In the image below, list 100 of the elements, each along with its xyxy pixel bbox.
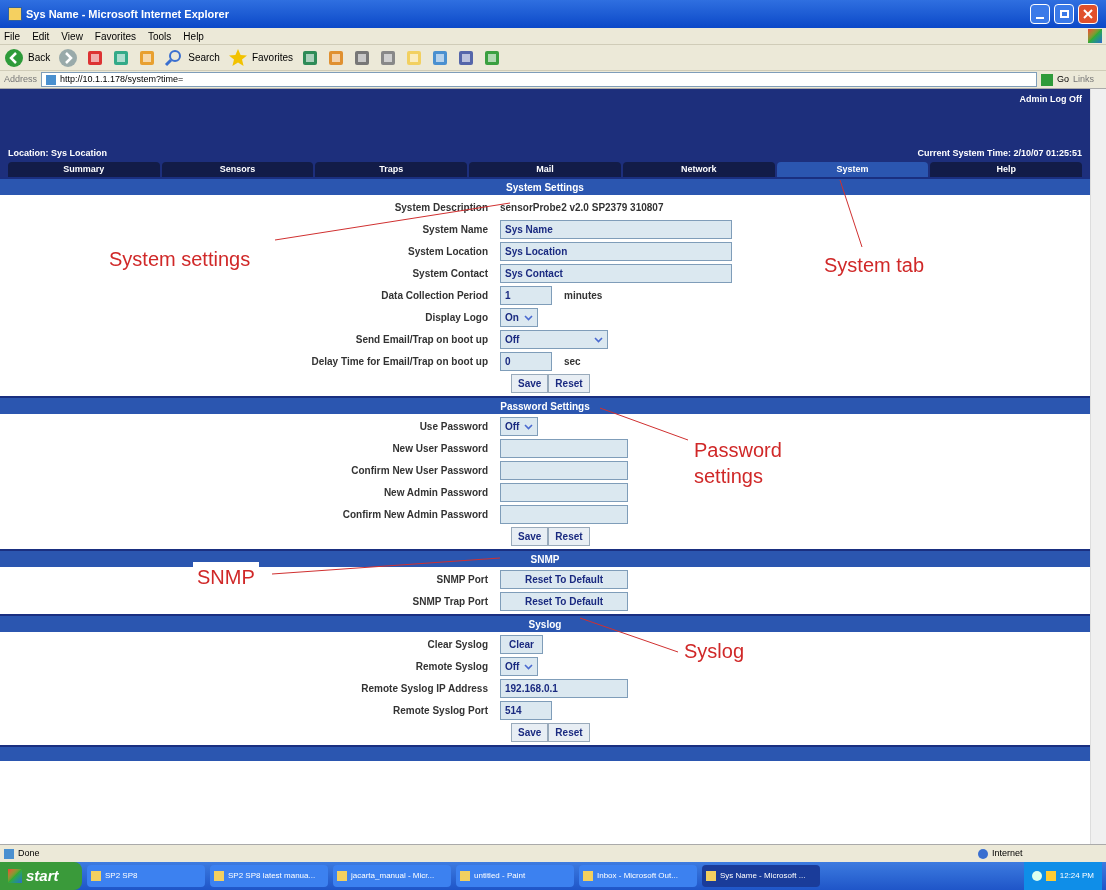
globe-icon — [978, 848, 988, 859]
toolbar-button[interactable]: Favorites — [227, 47, 294, 68]
field-label: System Contact — [412, 267, 488, 281]
menu-item[interactable]: Help — [183, 28, 204, 44]
nav-tab[interactable]: Help — [930, 162, 1083, 177]
app-icon — [706, 871, 716, 881]
reset-button[interactable]: Reset — [548, 527, 590, 546]
text-field[interactable]: 514 — [500, 701, 552, 720]
maximize-button[interactable] — [1054, 4, 1074, 24]
close-icon — [1083, 9, 1093, 19]
reset-default-button[interactable]: Reset To Default — [500, 592, 628, 611]
nav-tab[interactable]: Mail — [469, 162, 621, 177]
links-label[interactable]: Links — [1073, 72, 1102, 87]
text-field[interactable]: Sys Contact — [500, 264, 732, 283]
toolbar-button[interactable]: Back — [4, 47, 51, 68]
chevron-icon — [594, 335, 603, 344]
field-label: Clear Syslog — [427, 638, 488, 652]
text-field[interactable]: 0 — [500, 352, 552, 371]
star-icon — [227, 47, 248, 68]
save-button[interactable]: Save — [511, 374, 549, 393]
text-field[interactable]: 192.168.0.1 — [500, 679, 628, 698]
taskbar-button[interactable]: Sys Name - Microsoft ... — [702, 865, 820, 887]
taskbar-button[interactable]: SP2 SP8 latest manua... — [210, 865, 328, 887]
nav-tab[interactable]: Traps — [315, 162, 468, 177]
window-title: Sys Name - Microsoft Internet Explorer — [26, 6, 230, 22]
text-field[interactable]: Sys Location — [500, 242, 732, 261]
dropdown[interactable]: On — [500, 308, 538, 327]
field-label: New User Password — [392, 442, 488, 456]
nav-tab[interactable]: System — [776, 162, 929, 177]
leader-line — [839, 179, 863, 248]
nav-tab[interactable]: Sensors — [161, 162, 314, 177]
section-header: Syslog — [0, 614, 1090, 632]
field-label: Send Email/Trap on boot up — [355, 333, 488, 347]
menu-item[interactable]: Favorites — [94, 28, 136, 44]
reset-default-button[interactable]: Reset To Default — [500, 570, 628, 589]
field-label: Confirm New Admin Password — [342, 508, 488, 522]
taskbar-button[interactable]: untitled - Paint — [456, 865, 574, 887]
taskbar-button[interactable]: Inbox - Microsoft Out... — [579, 865, 697, 887]
text-field[interactable] — [500, 461, 628, 480]
app-icon — [214, 871, 224, 881]
section-header: SNMP — [0, 549, 1090, 567]
field-label: Confirm New User Password — [351, 464, 488, 478]
text-field[interactable] — [500, 439, 628, 458]
field-label: Remote Syslog — [415, 660, 488, 674]
menu-item[interactable]: File — [4, 28, 21, 44]
chevron-icon — [524, 662, 533, 671]
section-header: System Settings — [0, 177, 1090, 195]
text-field[interactable] — [500, 505, 628, 524]
app-icon — [337, 871, 347, 881]
unit-label: sec — [564, 355, 581, 369]
unit-label: minutes — [564, 289, 603, 303]
field-label: System Location — [407, 245, 488, 259]
toolbar-button[interactable]: Search — [164, 47, 220, 68]
dropdown[interactable]: Off — [500, 417, 538, 436]
app-icon — [460, 871, 470, 881]
taskbar-button[interactable]: SP2 SP8 — [87, 865, 205, 887]
location-text: Location: Sys Location — [8, 146, 107, 160]
menu-item[interactable]: View — [61, 28, 83, 44]
scrollbar[interactable] — [1090, 89, 1106, 844]
clock-text: 12:24 PM — [1059, 870, 1094, 882]
field-label: SNMP Port — [436, 573, 488, 587]
save-button[interactable]: Save — [511, 527, 549, 546]
address-label: Address — [4, 72, 38, 86]
address-field[interactable]: http://10.1.1.178/system?time= — [41, 72, 1037, 87]
start-button[interactable]: start — [0, 862, 82, 890]
menu-item[interactable]: Edit — [32, 28, 50, 44]
status-text: Done — [18, 846, 41, 860]
field-label: Display Logo — [425, 311, 488, 325]
close-button[interactable] — [1078, 4, 1098, 24]
section-header: Password Settings — [0, 396, 1090, 414]
field-value: sensorProbe2 v2.0 SP2379 310807 — [500, 201, 664, 215]
field-label: Remote Syslog IP Address — [361, 682, 488, 696]
clear-button[interactable]: Clear — [500, 635, 543, 654]
nav-tab[interactable]: Summary — [8, 162, 160, 177]
toolbar-button[interactable] — [58, 47, 79, 68]
field-label: Use Password — [419, 420, 488, 434]
field-label: SNMP Trap Port — [412, 595, 488, 609]
reset-button[interactable]: Reset — [548, 723, 590, 742]
go-button[interactable]: Go — [1040, 72, 1069, 87]
text-field[interactable] — [500, 483, 628, 502]
save-button[interactable]: Save — [511, 723, 549, 742]
menu-item[interactable]: Tools — [148, 28, 172, 44]
field-label: Delay Time for Email/Trap on boot up — [311, 355, 488, 369]
chevron-icon — [524, 313, 533, 322]
text-field[interactable]: 1 — [500, 286, 552, 305]
field-label: New Admin Password — [383, 486, 488, 500]
dropdown[interactable]: Off — [500, 330, 608, 349]
text-field[interactable]: Sys Name — [500, 220, 732, 239]
chevron-icon — [524, 422, 533, 431]
minimize-button[interactable] — [1030, 4, 1050, 24]
field-label: System Description — [394, 201, 488, 215]
nav-tab[interactable]: Network — [622, 162, 775, 177]
app-icon — [583, 871, 593, 881]
taskbar-button[interactable]: jacarta_manual - Micr... — [333, 865, 451, 887]
app-icon — [91, 871, 101, 881]
field-label: System Name — [422, 223, 488, 237]
dropdown[interactable]: Off — [500, 657, 538, 676]
system-time: Current System Time: 2/10/07 01:25:51 — [917, 146, 1082, 160]
log-off-link[interactable]: Admin Log Off — [1019, 93, 1082, 107]
reset-button[interactable]: Reset — [548, 374, 590, 393]
